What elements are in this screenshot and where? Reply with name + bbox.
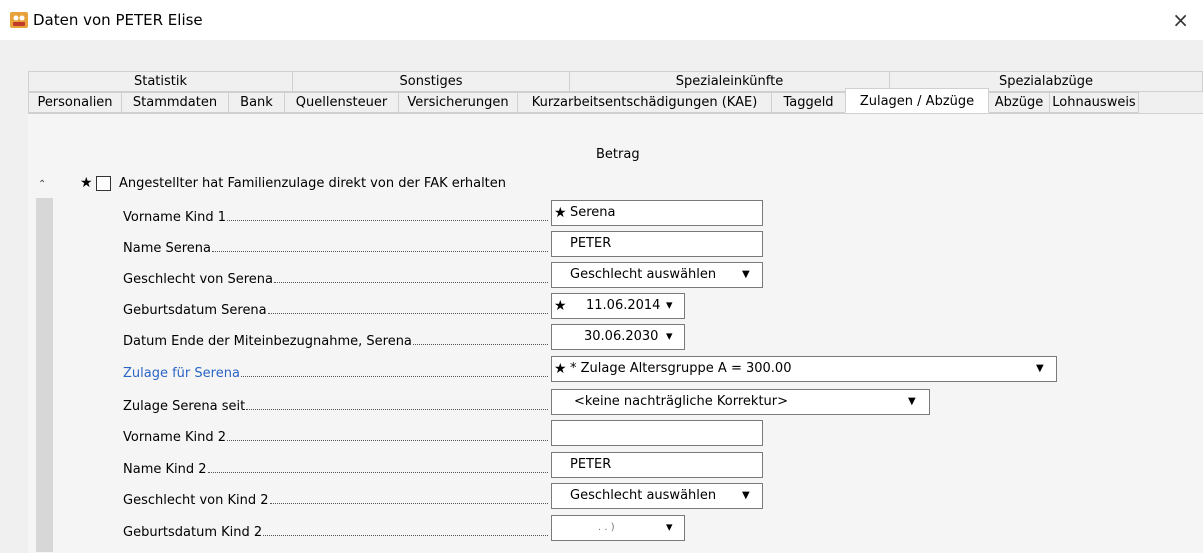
chevron-down-icon: ▾ bbox=[666, 520, 673, 535]
tab-personalien[interactable]: Personalien bbox=[28, 92, 122, 113]
tab-stammdaten[interactable]: Stammdaten bbox=[121, 92, 229, 113]
label-geburtsdatum-kind1: Geburtsdatum Serena bbox=[123, 300, 548, 318]
app-icon bbox=[10, 12, 28, 28]
tab-kae[interactable]: Kurzarbeitsentschädigungen (KAE) bbox=[517, 92, 772, 113]
vorname-kind1-input[interactable]: ★ Serena bbox=[551, 200, 763, 226]
fak-checkbox[interactable] bbox=[96, 176, 111, 191]
close-icon[interactable]: × bbox=[1172, 8, 1189, 32]
tab-abzuege[interactable]: Abzüge bbox=[988, 92, 1050, 113]
required-star-icon: ★ bbox=[554, 298, 567, 314]
required-star-icon: ★ bbox=[80, 175, 93, 191]
chevron-down-icon: ▾ bbox=[666, 329, 673, 344]
geburtsdatum-kind1-picker[interactable]: ★ 11.06.2014 ▾ bbox=[551, 293, 685, 319]
chevron-down-icon: ▼ bbox=[1036, 363, 1044, 374]
geschlecht-kind1-select[interactable]: Geschlecht auswählen ▼ bbox=[551, 262, 763, 288]
label-geburtsdatum-kind2: Geburtsdatum Kind 2 bbox=[123, 522, 548, 540]
label-zulage-seit: Zulage Serena seit bbox=[123, 396, 548, 414]
chevron-down-icon: ▼ bbox=[908, 396, 916, 407]
tab-taggeld[interactable]: Taggeld bbox=[771, 92, 846, 113]
window-title: Daten von PETER Elise bbox=[33, 11, 203, 29]
title-bar: Daten von PETER Elise × bbox=[0, 0, 1203, 40]
fak-checkbox-label: Angestellter hat Familienzulage direkt v… bbox=[119, 176, 507, 191]
name-kind1-input[interactable]: PETER bbox=[551, 231, 763, 257]
label-datum-ende: Datum Ende der Miteinbezugnahme, Serena bbox=[123, 331, 548, 349]
chevron-down-icon: ▼ bbox=[742, 269, 750, 280]
tab-statistik[interactable]: Statistik bbox=[28, 71, 293, 92]
group-indent-bar bbox=[36, 198, 53, 552]
column-header-betrag: Betrag bbox=[596, 147, 640, 162]
required-star-icon: ★ bbox=[554, 361, 567, 377]
label-geschlecht-kind2: Geschlecht von Kind 2 bbox=[123, 490, 548, 508]
tab-spezialeinkuenfte[interactable]: Spezialeinkünfte bbox=[569, 71, 890, 92]
label-name-kind2: Name Kind 2 bbox=[123, 459, 548, 477]
vorname-kind2-input[interactable] bbox=[551, 420, 763, 446]
tab-bank[interactable]: Bank bbox=[228, 92, 285, 113]
name-kind2-input[interactable]: PETER bbox=[551, 452, 763, 478]
geschlecht-kind2-select[interactable]: Geschlecht auswählen ▼ bbox=[551, 483, 763, 509]
collapse-icon[interactable]: ⌃ bbox=[38, 179, 46, 190]
geburtsdatum-kind2-picker[interactable]: . . ) ▾ bbox=[551, 515, 685, 541]
tab-lohnausweis[interactable]: Lohnausweis bbox=[1049, 92, 1139, 113]
datum-ende-picker[interactable]: 30.06.2030 ▾ bbox=[551, 324, 685, 350]
label-zulage-kind1[interactable]: Zulage für Serena bbox=[123, 363, 548, 381]
label-geschlecht-kind1: Geschlecht von Serena bbox=[123, 269, 548, 287]
required-star-icon: ★ bbox=[554, 205, 567, 221]
tab-row-top: Statistik Sonstiges Spezialeinkünfte Spe… bbox=[28, 71, 1203, 92]
zulage-kind1-select[interactable]: ★ * Zulage Altersgruppe A = 300.00 ▼ bbox=[551, 356, 1057, 382]
tab-versicherungen[interactable]: Versicherungen bbox=[398, 92, 518, 113]
label-vorname-kind1: Vorname Kind 1 bbox=[123, 207, 548, 225]
tab-sonstiges[interactable]: Sonstiges bbox=[292, 71, 570, 92]
zulage-seit-select[interactable]: <keine nachträgliche Korrektur> ▼ bbox=[551, 389, 930, 415]
label-vorname-kind2: Vorname Kind 2 bbox=[123, 427, 548, 445]
label-name-kind1: Name Serena bbox=[123, 238, 548, 256]
tab-zulagen-abzuege[interactable]: Zulagen / Abzüge bbox=[845, 88, 989, 113]
tab-row-bottom: Personalien Stammdaten Bank Quellensteue… bbox=[28, 88, 1139, 113]
chevron-down-icon: ▼ bbox=[742, 490, 750, 501]
chevron-down-icon: ▾ bbox=[666, 298, 673, 313]
tab-quellensteuer[interactable]: Quellensteuer bbox=[284, 92, 399, 113]
